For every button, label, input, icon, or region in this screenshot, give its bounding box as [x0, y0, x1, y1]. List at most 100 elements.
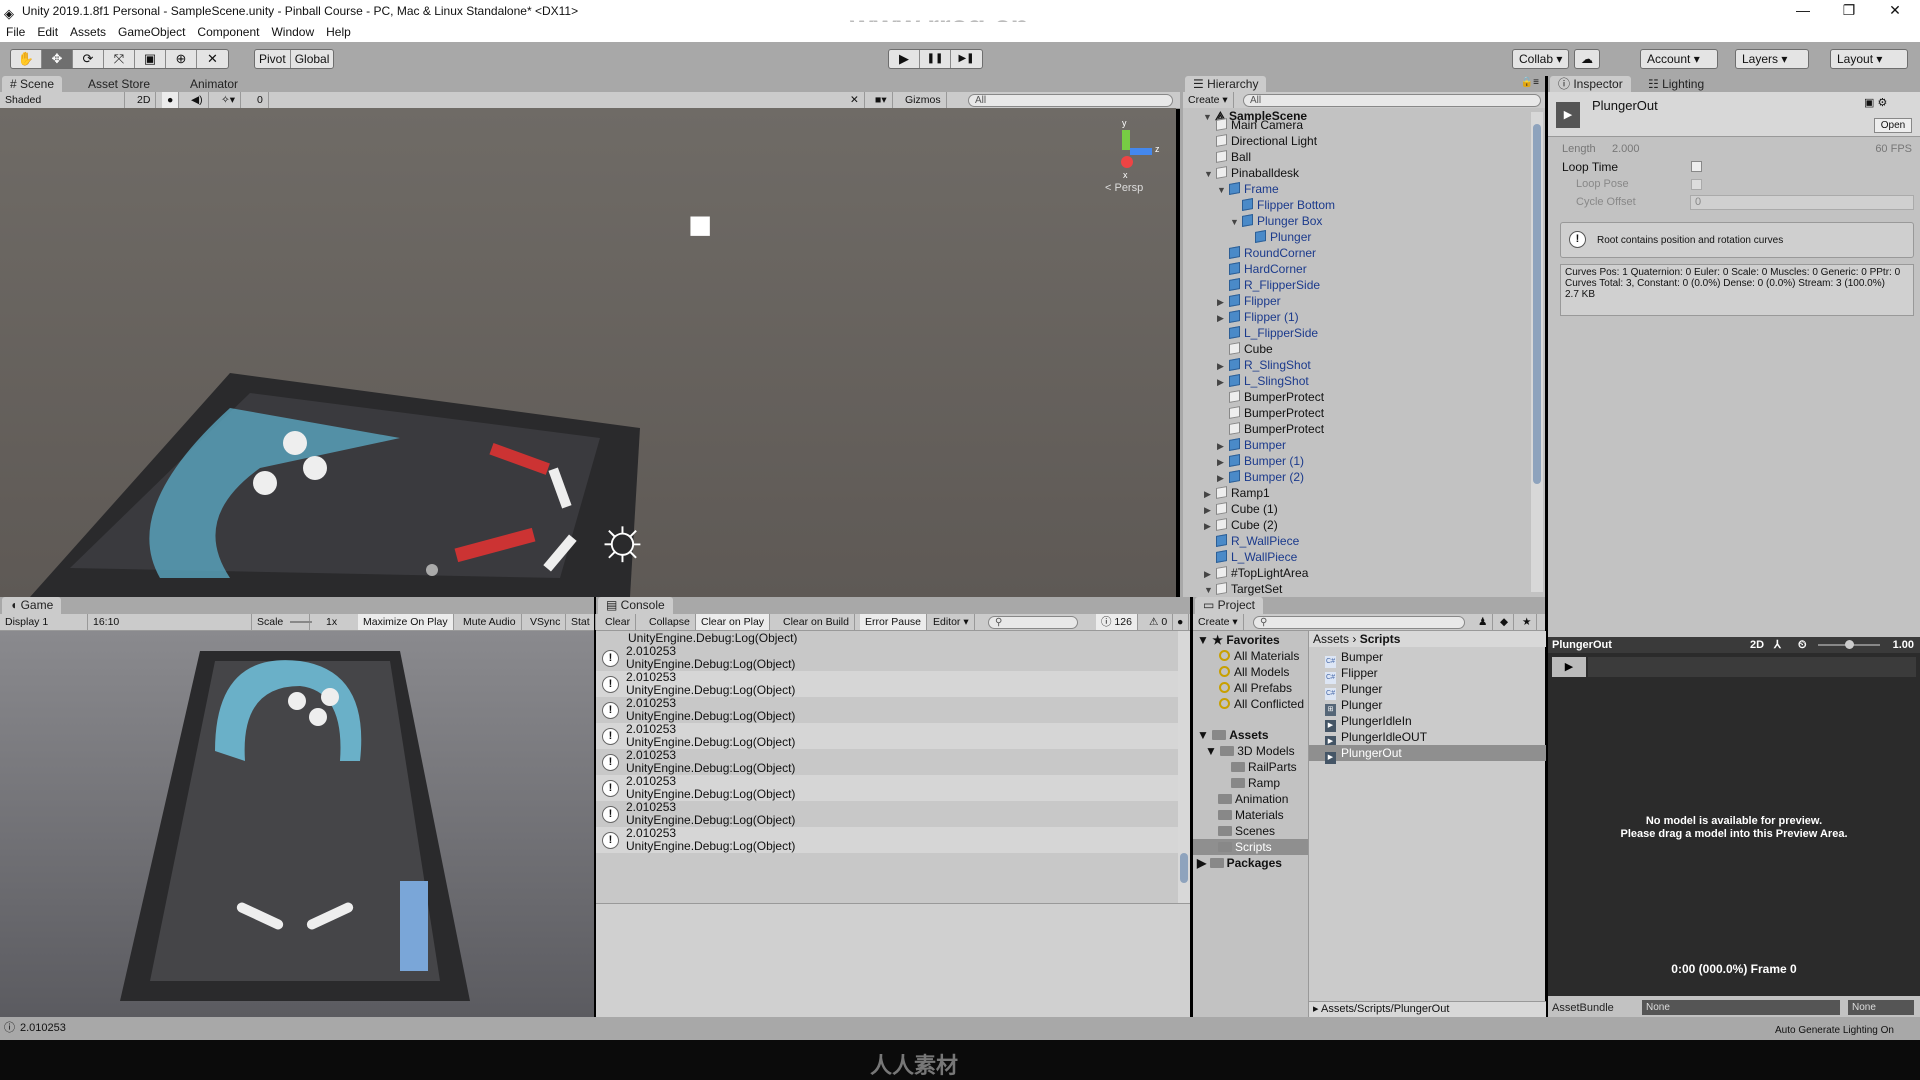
project-search-input[interactable]: ⚲ — [1253, 616, 1465, 629]
hierarchy-item[interactable]: Main Camera — [1204, 117, 1303, 133]
clear-button[interactable]: Clear — [600, 614, 637, 630]
expand-arrow-icon[interactable]: ▼ — [1230, 214, 1242, 230]
expand-arrow-icon[interactable]: ▶ — [1204, 566, 1216, 582]
rotate-tool-icon[interactable]: ⟳ — [73, 50, 104, 68]
game-view[interactable] — [0, 631, 594, 1017]
file-item[interactable]: ▶ PlungerIdleOUT — [1309, 729, 1546, 748]
preview-play-button[interactable]: ▶ — [1552, 657, 1586, 677]
display-dropdown[interactable]: Display 1 — [0, 614, 88, 630]
speed-slider[interactable] — [1818, 640, 1880, 649]
folder-item[interactable]: Scripts — [1193, 839, 1308, 855]
folder-item[interactable]: RailParts — [1231, 759, 1297, 775]
hidden-objects-count[interactable]: 0 — [252, 92, 269, 108]
hierarchy-item[interactable]: Ball — [1204, 149, 1251, 165]
loop-pose-checkbox[interactable] — [1691, 179, 1702, 190]
file-item[interactable]: ⊞ Plunger — [1309, 697, 1546, 716]
shading-mode-dropdown[interactable]: Shaded — [0, 92, 125, 108]
expand-arrow-icon[interactable]: ▶ — [1204, 486, 1216, 502]
camera-dropdown-icon[interactable]: ■▾ — [870, 92, 893, 108]
effects-dropdown-icon[interactable]: ✧▾ — [216, 92, 242, 108]
hierarchy-item[interactable]: L_FlipperSide — [1217, 325, 1318, 341]
folder-item[interactable]: Animation — [1218, 791, 1288, 807]
tab-hierarchy[interactable]: ☰ Hierarchy — [1185, 76, 1267, 93]
clear-on-build-toggle[interactable]: Clear on Build — [778, 614, 855, 630]
favorite-star-icon[interactable]: ★ — [1517, 614, 1538, 630]
menu-component[interactable]: Component — [191, 22, 265, 42]
expand-arrow-icon[interactable]: ▶ — [1217, 470, 1229, 486]
expand-arrow-icon[interactable]: ▶ — [1217, 310, 1229, 326]
hierarchy-item[interactable]: R_WallPiece — [1204, 533, 1299, 549]
console-entry[interactable]: ! 2.010253 UnityEngine.Debug:Log(Object) — [596, 775, 1178, 801]
filter-type-icon[interactable]: ♟ — [1473, 614, 1494, 630]
file-item[interactable]: ▶ PlungerOut — [1309, 745, 1546, 764]
scene-view[interactable]: ■ ☼ y z x < Persp — [0, 108, 1176, 597]
expand-arrow-icon[interactable]: ▶ — [1204, 502, 1216, 518]
hierarchy-item[interactable]: ▶ Ramp1 — [1204, 485, 1270, 501]
menu-gameobject[interactable]: GameObject — [112, 22, 191, 42]
favorite-item[interactable]: All Models — [1219, 664, 1307, 680]
collapse-toggle[interactable]: Collapse — [644, 614, 696, 630]
tab-asset-store[interactable]: Asset Store — [80, 76, 158, 93]
folder-item[interactable]: Ramp — [1231, 775, 1280, 791]
tab-lighting[interactable]: ☷ Lighting — [1640, 76, 1712, 93]
hierarchy-item[interactable]: ▶ Cube (2) — [1204, 517, 1278, 533]
file-item[interactable]: C# Bumper — [1309, 649, 1546, 668]
hierarchy-item[interactable]: ▶ L_SlingShot — [1217, 373, 1309, 389]
console-entry[interactable]: ! 2.010253 UnityEngine.Debug:Log(Object) — [596, 671, 1178, 697]
console-search-input[interactable]: ⚲ — [988, 616, 1078, 629]
favorites-folder[interactable]: ▼ ★ Favorites — [1197, 632, 1280, 648]
breadcrumb-scripts[interactable]: Scripts — [1360, 632, 1401, 646]
favorite-item[interactable]: All Conflicted — [1219, 696, 1307, 712]
variant-dropdown[interactable]: None — [1848, 1000, 1914, 1015]
error-count-toggle[interactable]: ● — [1172, 614, 1190, 630]
cloud-button[interactable]: ☁ — [1574, 49, 1600, 69]
hierarchy-item[interactable]: BumperProtect — [1217, 389, 1324, 405]
file-item[interactable]: C# Flipper — [1309, 665, 1546, 684]
light-gizmo-icon[interactable]: ☼ — [595, 503, 650, 572]
menu-file[interactable]: File — [0, 22, 31, 42]
filter-label-icon[interactable]: ◆ — [1495, 614, 1515, 630]
layout-dropdown[interactable]: Layout ▾ — [1830, 49, 1908, 69]
hierarchy-item[interactable]: ▶ Bumper (1) — [1217, 453, 1304, 469]
scale-slider[interactable] — [290, 621, 312, 623]
hierarchy-item[interactable]: ▼ Plunger Box — [1230, 213, 1322, 229]
expand-arrow-icon[interactable]: ▶ — [1217, 454, 1229, 470]
pivot-button[interactable]: Pivot — [255, 50, 291, 68]
aspect-dropdown[interactable]: 16:10 — [88, 614, 252, 630]
hierarchy-item[interactable]: ▶ Flipper — [1217, 293, 1281, 309]
expand-arrow-icon[interactable]: ▼ — [1217, 182, 1229, 198]
2d-toggle[interactable]: 2D — [132, 92, 157, 108]
project-create-dropdown[interactable]: Create ▾ — [1193, 614, 1244, 630]
maximize-on-play-toggle[interactable]: Maximize On Play — [358, 614, 454, 630]
pivot-icon[interactable]: ⅄ — [1774, 637, 1781, 653]
hierarchy-item[interactable]: Cube — [1217, 341, 1273, 357]
folder-item[interactable]: Scenes — [1218, 823, 1275, 839]
favorite-item[interactable]: All Prefabs — [1219, 680, 1307, 696]
tab-scene[interactable]: # Scene — [2, 76, 63, 93]
transform-tool-icon[interactable]: ⊕ — [166, 50, 197, 68]
close-button[interactable]: ✕ — [1872, 0, 1918, 22]
account-dropdown[interactable]: Account ▾ — [1640, 49, 1718, 69]
hierarchy-item[interactable]: BumperProtect — [1217, 405, 1324, 421]
hierarchy-search-input[interactable]: All — [1243, 94, 1541, 107]
play-button[interactable]: ▶ — [889, 50, 920, 68]
minimize-button[interactable]: — — [1780, 0, 1826, 22]
warning-count-toggle[interactable]: ⚠ 0 — [1144, 614, 1174, 630]
clear-on-play-toggle[interactable]: Clear on Play — [696, 614, 771, 630]
lighting-toggle-icon[interactable]: ● — [162, 92, 180, 108]
move-tool-icon[interactable]: ✥ — [42, 50, 73, 68]
hierarchy-item[interactable]: ▶ Cube (1) — [1204, 501, 1278, 517]
console-entry[interactable]: ! 2.010253 UnityEngine.Debug:Log(Object) — [596, 749, 1178, 775]
expand-arrow-icon[interactable]: ▼ — [1204, 166, 1216, 182]
console-entry[interactable]: ! 2.010253 UnityEngine.Debug:Log(Object) — [596, 645, 1178, 671]
menu-help[interactable]: Help — [320, 22, 357, 42]
hierarchy-item[interactable]: ▶ Bumper (2) — [1217, 469, 1304, 485]
console-entry[interactable]: ! 2.010253 UnityEngine.Debug:Log(Object) — [596, 801, 1178, 827]
rect-tool-icon[interactable]: ▣ — [135, 50, 166, 68]
file-item[interactable]: ▶ PlungerIdleIn — [1309, 713, 1546, 732]
expand-arrow-icon[interactable]: ▼ — [1204, 582, 1216, 597]
hierarchy-item[interactable]: R_FlipperSide — [1217, 277, 1320, 293]
preview-2d-toggle[interactable]: 2D — [1750, 637, 1764, 653]
hierarchy-item[interactable]: Flipper Bottom — [1230, 197, 1335, 213]
hierarchy-item[interactable]: ▼ Frame — [1217, 181, 1279, 197]
